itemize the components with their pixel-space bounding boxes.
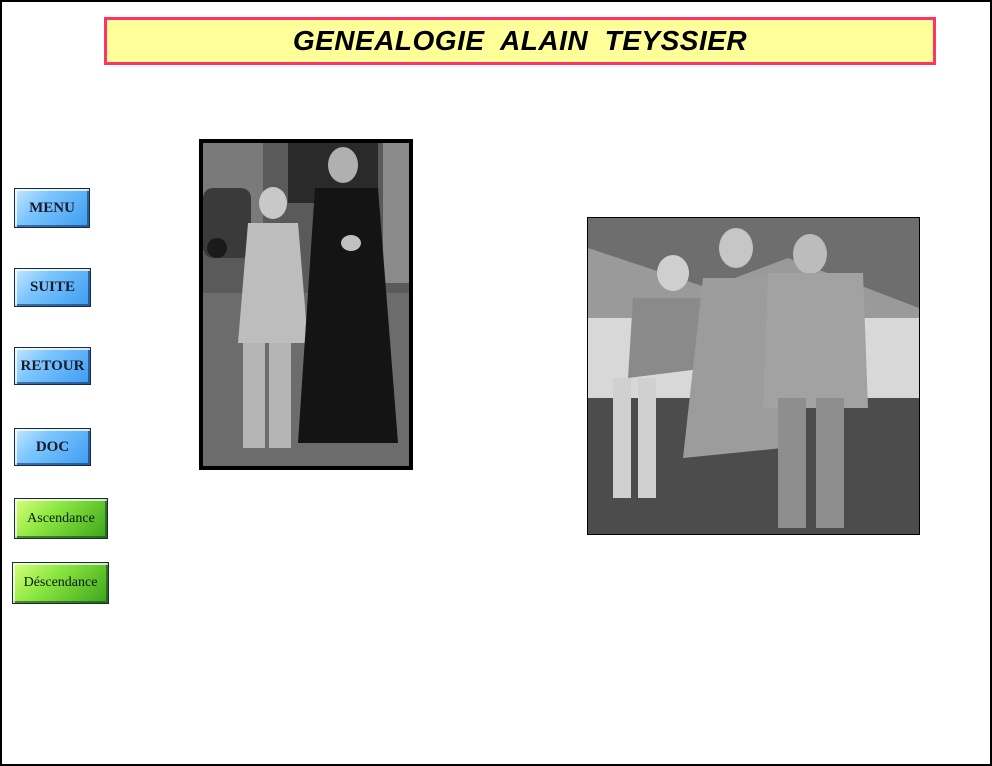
suite-button-label: SUITE [29, 279, 76, 295]
doc-button[interactable]: DOC [14, 428, 91, 466]
page-title: GENEALOGIE ALAIN TEYSSIER [292, 25, 748, 56]
ascendance-button[interactable]: Ascendance [14, 498, 108, 539]
photo-family-on-wall [587, 217, 920, 535]
photo-boy-and-priest-image [203, 143, 409, 466]
menu-button[interactable]: MENU [14, 188, 90, 228]
descendance-button[interactable]: Déscendance [12, 562, 109, 604]
suite-button[interactable]: SUITE [14, 268, 91, 307]
doc-button-label: DOC [35, 438, 70, 455]
retour-button[interactable]: RETOUR [14, 347, 91, 385]
ascendance-button-label: Ascendance [27, 510, 95, 526]
menu-button-label: MENU [29, 199, 75, 216]
page-frame: GENEALOGIE ALAIN TEYSSIER MENU SUITE RET… [0, 0, 992, 766]
title-banner: GENEALOGIE ALAIN TEYSSIER [104, 17, 936, 65]
descendance-button-label: Déscendance [23, 575, 98, 590]
retour-button-label: RETOUR [20, 357, 85, 374]
photo-boy-and-priest [199, 139, 413, 470]
photo-family-on-wall-image [588, 218, 919, 534]
